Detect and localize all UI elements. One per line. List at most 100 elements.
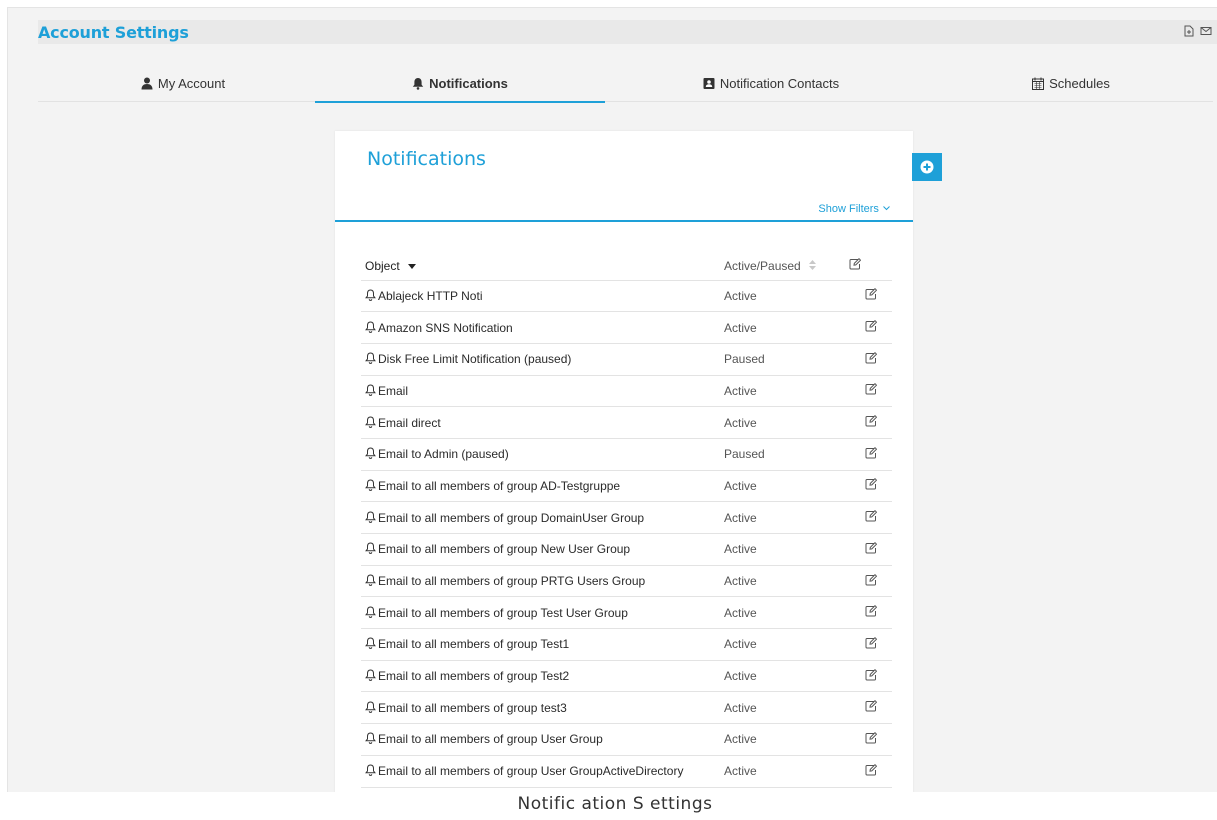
edit-cell[interactable] <box>849 406 892 439</box>
edit-cell[interactable] <box>849 311 892 344</box>
table-row[interactable]: Email to Admin (paused) Paused <box>361 438 892 471</box>
object-cell[interactable]: Disk Free Limit Notification (paused) <box>361 343 724 376</box>
edit-icon[interactable] <box>865 731 877 744</box>
column-label: Active/Paused <box>724 258 801 273</box>
object-cell[interactable]: Email to all members of group Test1 <box>361 628 724 661</box>
column-header-object[interactable]: Object <box>361 248 724 281</box>
edit-icon[interactable] <box>865 541 877 554</box>
table-row[interactable]: Email to all members of group test3 Activ… <box>361 691 892 725</box>
object-cell[interactable]: Email to all members of group Test2 <box>361 660 724 693</box>
edit-cell[interactable] <box>849 755 892 788</box>
edit-cell[interactable] <box>849 533 892 566</box>
edit-icon[interactable] <box>865 288 877 300</box>
edit-icon[interactable] <box>865 573 877 586</box>
table-row[interactable]: Email direct Active <box>361 406 892 439</box>
tab-notifications[interactable]: Notifications <box>315 68 605 103</box>
edit-cell[interactable] <box>849 470 892 503</box>
tab-my-account[interactable]: My Account <box>38 68 328 102</box>
edit-icon[interactable] <box>865 478 877 490</box>
object-cell[interactable]: Email to all members of group AD-Testgru… <box>361 470 724 503</box>
notifications-table: Object Active/Paused Ablajeck HTTP Noti … <box>361 248 892 788</box>
edit-cell[interactable] <box>849 438 892 471</box>
object-cell[interactable]: Ablajeck HTTP Noti <box>361 280 724 313</box>
sort-both-icon <box>809 259 817 270</box>
object-cell[interactable]: Email to all members of group test3 <box>361 691 724 725</box>
notification-name-link[interactable]: Email to all members of group test3 <box>378 701 567 715</box>
show-filters-link[interactable]: Show Filters <box>818 203 890 215</box>
object-cell[interactable]: Amazon SNS Notification <box>361 311 724 344</box>
column-header-active-paused[interactable]: Active/Paused <box>724 248 849 281</box>
edit-cell[interactable] <box>849 628 892 661</box>
edit-icon[interactable] <box>865 763 877 776</box>
object-cell[interactable]: Email to Admin (paused) <box>361 438 724 471</box>
notification-name-link[interactable]: Amazon SNS Notification <box>378 321 513 335</box>
tab-label: Notifications <box>429 76 508 91</box>
edit-icon[interactable] <box>865 636 877 649</box>
edit-cell[interactable] <box>849 565 892 598</box>
table-row[interactable]: Email to all members of group User Group… <box>361 755 892 788</box>
notification-name-link[interactable]: Email to Admin (paused) <box>378 447 509 461</box>
object-cell[interactable]: Email to all members of group User Group… <box>361 755 724 788</box>
table-row[interactable]: Email to all members of group AD-Testgru… <box>361 470 892 503</box>
page-title: Account Settings <box>38 23 189 42</box>
export-page-icon[interactable] <box>1183 25 1195 37</box>
notification-name-link[interactable]: Email to all members of group User Group… <box>378 764 683 778</box>
object-cell[interactable]: Email to all members of group Test User … <box>361 596 724 630</box>
edit-cell[interactable] <box>849 375 892 408</box>
notification-name-link[interactable]: Disk Free Limit Notification (paused) <box>378 352 571 366</box>
object-cell[interactable]: Email to all members of group PRTG Users… <box>361 565 724 598</box>
edit-icon[interactable] <box>865 668 877 681</box>
object-cell[interactable]: Email to all members of group New User G… <box>361 533 724 566</box>
edit-cell[interactable] <box>849 280 892 313</box>
notification-name-link[interactable]: Ablajeck HTTP Noti <box>378 289 482 303</box>
table-row[interactable]: Email to all members of group PRTG Users… <box>361 565 892 598</box>
edit-cell[interactable] <box>849 660 892 693</box>
notification-name-link[interactable]: Email direct <box>378 416 441 430</box>
edit-cell[interactable] <box>849 691 892 725</box>
bell-outline-icon <box>365 637 376 650</box>
table-row[interactable]: Disk Free Limit Notification (paused) Pau… <box>361 343 892 376</box>
notification-name-link[interactable]: Email to all members of group Test2 <box>378 669 569 683</box>
edit-icon[interactable] <box>865 320 877 332</box>
notification-name-link[interactable]: Email to all members of group PRTG Users… <box>378 574 645 588</box>
add-notification-button[interactable] <box>912 153 942 181</box>
notification-name-link[interactable]: Email to all members of group User Group <box>378 732 603 746</box>
edit-cell[interactable] <box>849 596 892 630</box>
edit-icon[interactable] <box>865 605 877 617</box>
edit-icon[interactable] <box>865 700 877 712</box>
edit-cell[interactable] <box>849 343 892 376</box>
edit-icon[interactable] <box>865 510 877 522</box>
notification-name-link[interactable]: Email to all members of group AD-Testgru… <box>378 479 620 493</box>
edit-cell[interactable] <box>849 723 892 756</box>
notification-name-link[interactable]: Email to all members of group Test1 <box>378 637 569 651</box>
column-header-edit[interactable] <box>849 248 892 281</box>
edit-icon[interactable] <box>865 383 877 395</box>
object-cell[interactable]: Email direct <box>361 406 724 439</box>
edit-icon[interactable] <box>865 415 877 427</box>
table-row[interactable]: Email to all members of group Test2 Activ… <box>361 660 892 693</box>
edit-cell[interactable] <box>849 501 892 534</box>
bell-outline-icon <box>365 289 376 301</box>
object-cell[interactable]: Email to all members of group User Group <box>361 723 724 756</box>
tab-notification-contacts[interactable]: Notification Contacts <box>626 68 916 102</box>
notification-name-link[interactable]: Email to all members of group DomainUser… <box>378 511 644 525</box>
object-cell[interactable]: Email <box>361 375 724 408</box>
table-row[interactable]: Email Active <box>361 375 892 408</box>
edit-icon[interactable] <box>865 446 877 459</box>
email-page-icon[interactable] <box>1200 25 1212 37</box>
tab-schedules[interactable]: Schedules <box>926 68 1216 102</box>
table-row[interactable]: Email to all members of group Test1 Activ… <box>361 628 892 661</box>
table-row[interactable]: Email to all members of group User Group… <box>361 723 892 756</box>
notification-name-link[interactable]: Email to all members of group Test User … <box>378 606 628 620</box>
table-row[interactable]: Amazon SNS Notification Active <box>361 311 892 344</box>
table-row[interactable]: Email to all members of group DomainUser… <box>361 501 892 534</box>
edit-icon[interactable] <box>865 351 877 364</box>
notification-name-link[interactable]: Email <box>378 384 408 398</box>
status-cell: Active <box>724 723 849 756</box>
object-cell[interactable]: Email to all members of group DomainUser… <box>361 501 724 534</box>
table-row[interactable]: Email to all members of group Test User … <box>361 596 892 630</box>
table-row[interactable]: Ablajeck HTTP Noti Active <box>361 280 892 313</box>
table-row[interactable]: Email to all members of group New User G… <box>361 533 892 566</box>
status-cell: Active <box>724 660 849 693</box>
notification-name-link[interactable]: Email to all members of group New User G… <box>378 542 630 556</box>
